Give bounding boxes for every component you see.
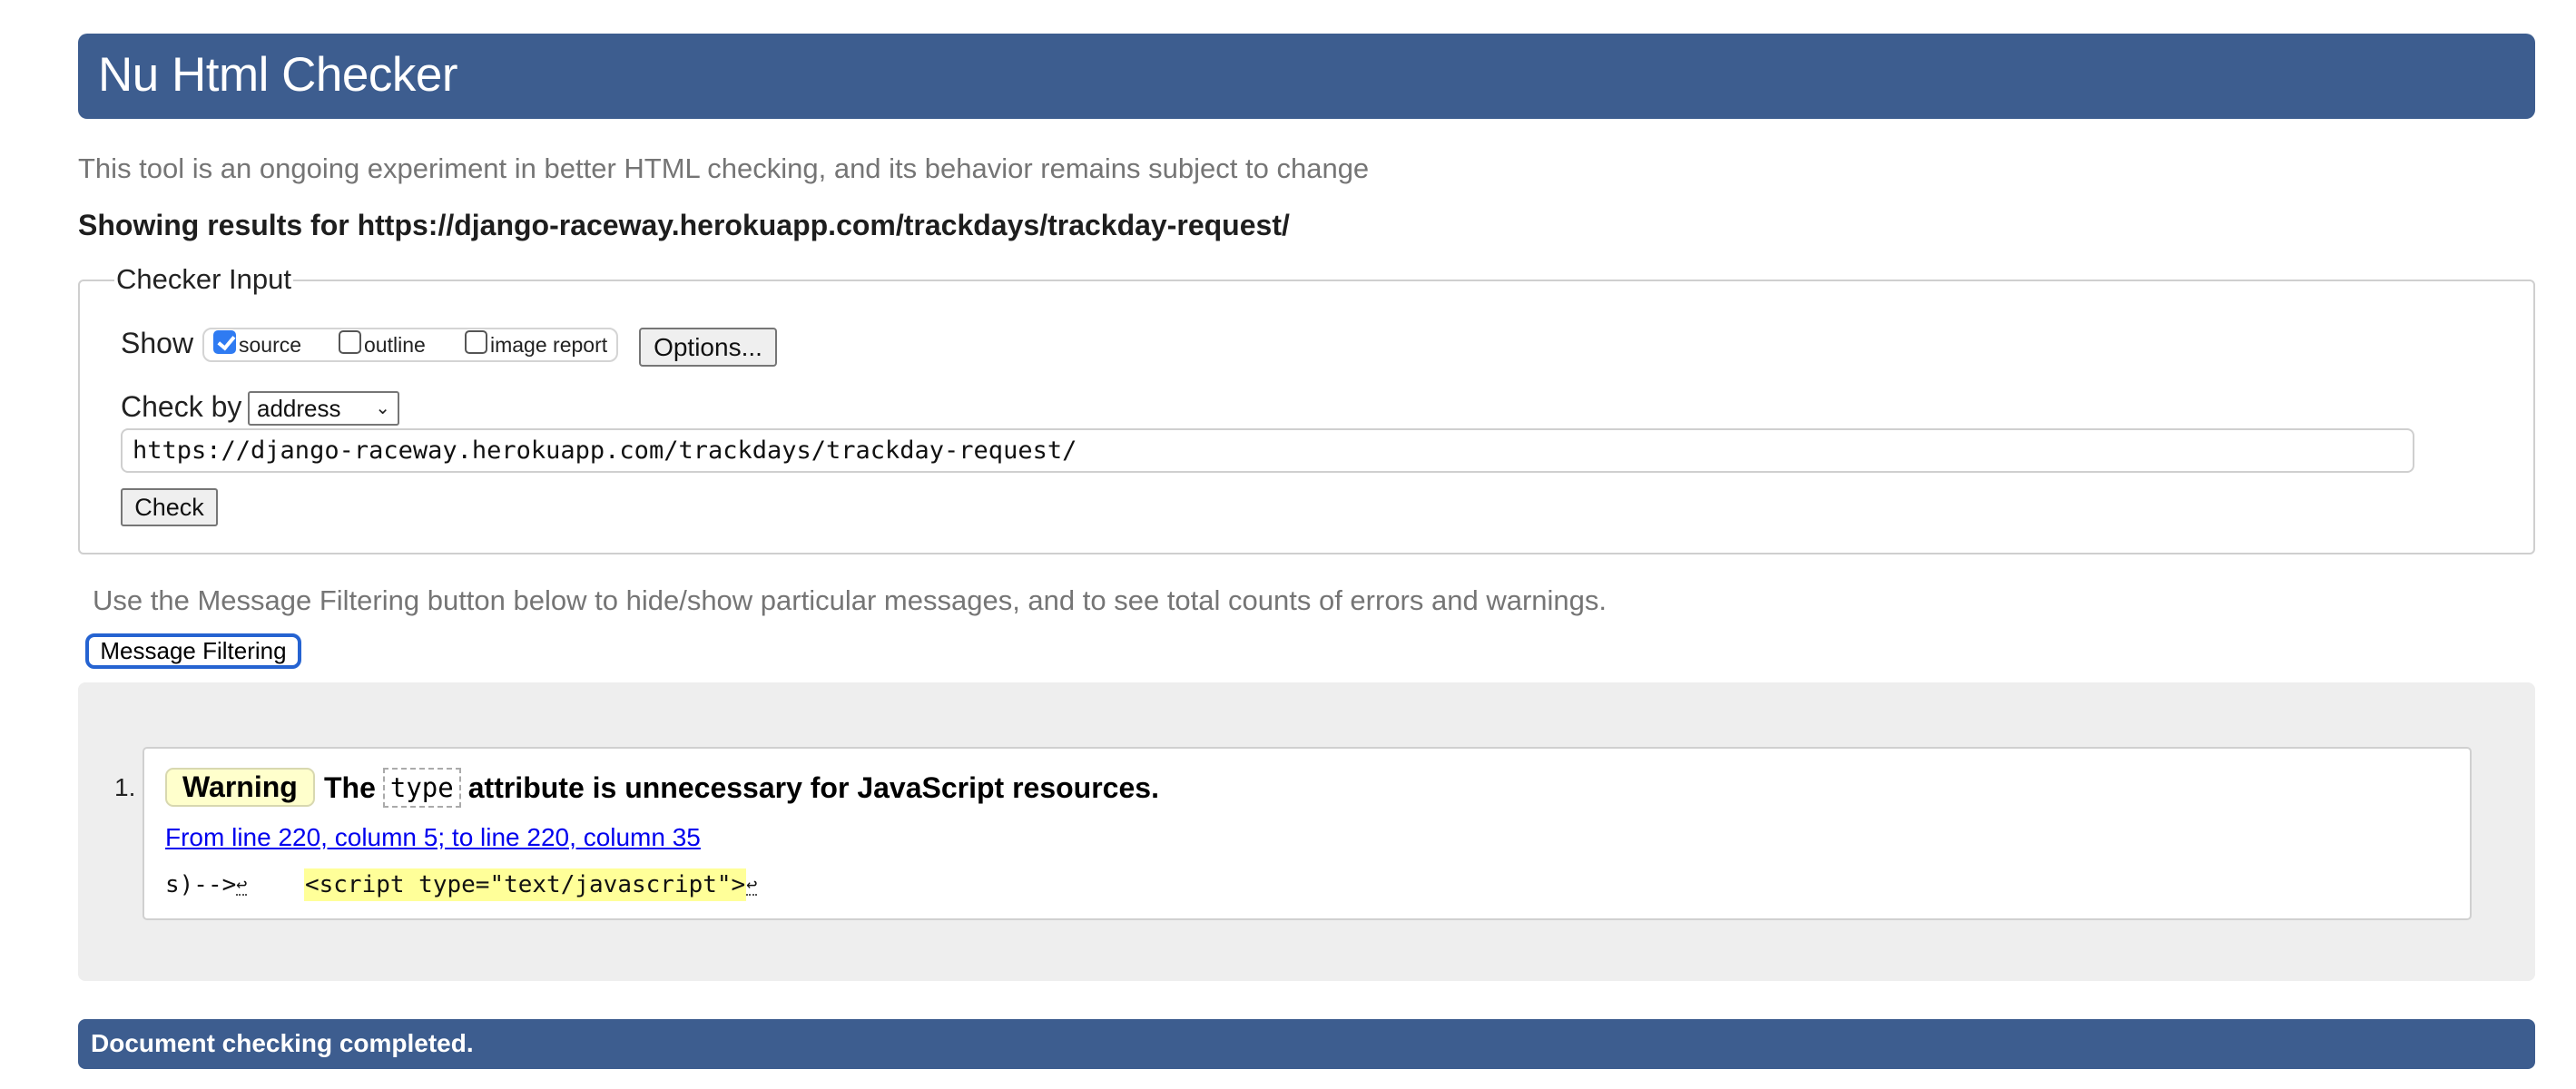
show-label: Show: [121, 327, 194, 359]
showing-results-heading: Showing results for https://django-racew…: [78, 209, 1290, 241]
intro-text: This tool is an ongoing experiment in be…: [78, 152, 1370, 184]
check-by-label: Check by: [121, 390, 242, 423]
source-extract: s)--> ↩ <script type="text/javascript"> ↩: [165, 868, 758, 901]
extract-highlight: <script type="text/javascript">: [303, 868, 747, 901]
outline-checkbox[interactable]: [339, 329, 361, 354]
message-text-after: attribute is unnecessary for JavaScript …: [467, 770, 1159, 804]
message-text: The type attribute is unnecessary for Ja…: [324, 766, 1159, 809]
linefeed-icon: ↩: [236, 873, 248, 896]
image-report-checkbox[interactable]: [465, 329, 487, 354]
source-checkbox[interactable]: [213, 329, 236, 354]
show-options-group: source outline image report: [202, 328, 618, 362]
chevron-down-icon: ⌄: [375, 398, 390, 418]
outline-label: outline: [364, 333, 426, 357]
status-text: Document checking completed.: [91, 1029, 474, 1057]
status-footer: Document checking completed.: [78, 1019, 2535, 1069]
show-image-report-option[interactable]: image report: [465, 329, 608, 358]
check-by-value: address: [257, 394, 341, 422]
message-code: type: [382, 768, 461, 808]
message-text-before: The: [324, 770, 376, 804]
page-header: Nu Html Checker: [78, 34, 2535, 119]
url-input[interactable]: https://django-raceway.herokuapp.com/tra…: [121, 428, 2414, 473]
extract-before: s)-->: [165, 871, 237, 898]
message-location-link[interactable]: From line 220, column 5; to line 220, co…: [165, 821, 701, 854]
checker-input-fieldset: [78, 280, 2535, 554]
message-number: 1.: [114, 773, 136, 801]
linefeed-icon: ↩: [746, 873, 758, 896]
check-button[interactable]: Check: [121, 488, 218, 526]
options-button[interactable]: Options...: [639, 328, 777, 367]
show-source-option[interactable]: source: [213, 329, 302, 358]
filtering-instructions: Use the Message Filtering button below t…: [93, 584, 1608, 616]
show-outline-option[interactable]: outline: [339, 329, 426, 358]
warning-badge: Warning: [165, 768, 315, 807]
check-by-select[interactable]: address ⌄: [248, 391, 399, 426]
image-report-label: image report: [490, 333, 608, 357]
page-title: Nu Html Checker: [98, 48, 457, 102]
message-filtering-button[interactable]: Message Filtering: [85, 633, 301, 669]
source-label: source: [239, 333, 302, 357]
checker-input-legend: Checker Input: [114, 261, 293, 298]
